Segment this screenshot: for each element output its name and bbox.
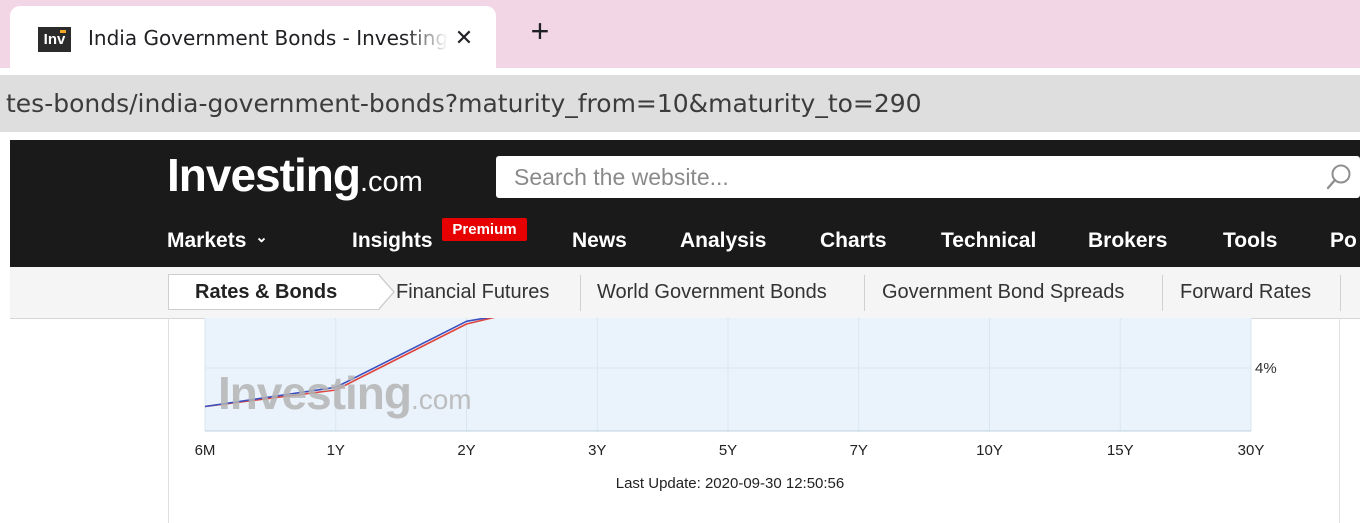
x-tick-label: 1Y <box>327 442 345 459</box>
new-tab-button[interactable]: + <box>524 14 556 50</box>
nav-insights[interactable]: Insights <box>352 214 433 267</box>
y-tick-label: 4% <box>1255 360 1277 377</box>
breadcrumb-arrow-fill <box>378 275 393 309</box>
subnav-financial-futures[interactable]: Financial Futures <box>396 267 549 318</box>
x-tick-label: 5Y <box>719 442 737 459</box>
nav-brokers[interactable]: Brokers <box>1088 214 1167 267</box>
search-icon[interactable] <box>1324 162 1354 192</box>
x-tick-label: 7Y <box>850 442 868 459</box>
search-box <box>496 156 1360 198</box>
x-tick-label: 15Y <box>1107 442 1134 459</box>
x-tick-label: 10Y <box>976 442 1003 459</box>
x-tick-label: 3Y <box>588 442 606 459</box>
subnav-divider <box>1162 275 1163 311</box>
browser-tab-active[interactable]: Inv India Government Bonds - Investing.c… <box>10 6 496 68</box>
subnav-forward-rates[interactable]: Forward Rates <box>1180 267 1311 318</box>
nav-news[interactable]: News <box>572 214 627 267</box>
x-tick-label: 30Y <box>1238 442 1265 459</box>
x-tick-label: 2Y <box>457 442 475 459</box>
subnav-rates-bonds[interactable]: Rates & Bonds <box>195 267 337 318</box>
logo-suffix-text: .com <box>359 166 423 198</box>
nav-markets-label: Markets <box>167 229 247 252</box>
subnav-government-bond-spreads[interactable]: Government Bond Spreads <box>882 267 1124 318</box>
nav-charts[interactable]: Charts <box>820 214 887 267</box>
sub-nav: Rates & Bonds Financial Futures World Go… <box>10 267 1360 319</box>
search-input[interactable] <box>496 156 1316 198</box>
main-nav: Markets ⌄ Insights Premium News Analysis… <box>10 214 1360 267</box>
address-bar[interactable]: tes-bonds/india-government-bonds?maturit… <box>0 75 1360 132</box>
nav-analysis[interactable]: Analysis <box>680 214 766 267</box>
site-logo[interactable]: Investing.com <box>167 144 423 206</box>
nav-tools[interactable]: Tools <box>1223 214 1277 267</box>
last-update-text: Last Update: 2020-09-30 12:50:56 <box>615 475 845 492</box>
subnav-world-government-bonds[interactable]: World Government Bonds <box>597 267 827 318</box>
nav-portfolio[interactable]: Po <box>1330 214 1357 267</box>
site-header: Investing.com Markets ⌄ Insights Premium… <box>10 140 1360 267</box>
tab-title: India Government Bonds - Investing.com <box>88 26 448 50</box>
nav-technical[interactable]: Technical <box>941 214 1036 267</box>
watermark-main-text: Investing <box>218 367 412 419</box>
premium-badge[interactable]: Premium <box>442 218 527 241</box>
url-text[interactable]: tes-bonds/india-government-bonds?maturit… <box>6 85 1346 123</box>
chevron-down-icon: ⌄ <box>255 229 268 246</box>
x-tick-label: 6M <box>195 442 216 459</box>
subnav-divider <box>1340 275 1341 311</box>
nav-markets[interactable]: Markets ⌄ <box>167 214 268 267</box>
subnav-divider <box>580 275 581 311</box>
browser-tabstrip: Inv India Government Bonds - Investing.c… <box>0 0 1360 68</box>
chart-watermark: Investing.com <box>218 366 472 420</box>
close-tab-icon[interactable]: ✕ <box>450 23 478 53</box>
subnav-divider <box>864 275 865 311</box>
watermark-suffix-text: .com <box>410 384 472 415</box>
favicon-icon: Inv <box>38 27 71 52</box>
logo-main-text: Investing <box>167 149 361 201</box>
